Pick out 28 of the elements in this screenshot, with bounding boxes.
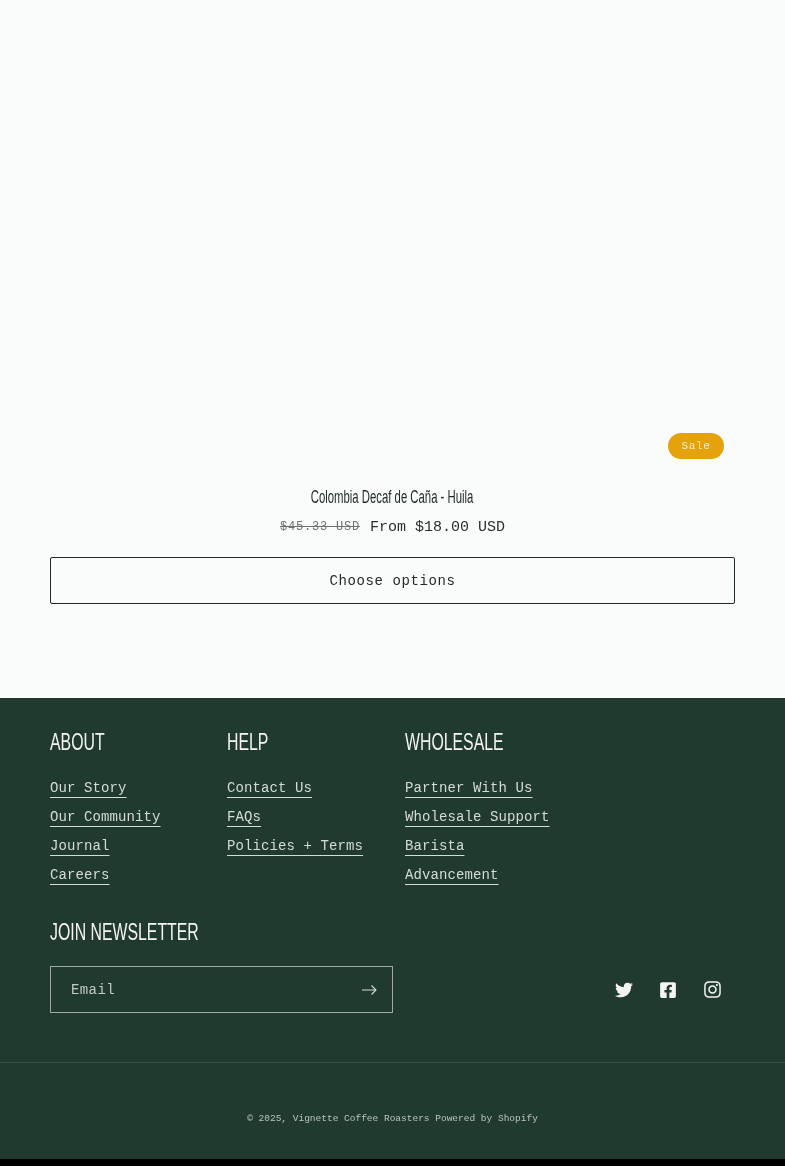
footer-link[interactable]: Our Community [50, 802, 161, 832]
regular-price: $45.33 USD [279, 520, 360, 534]
copyright-text: © 2025, [247, 1112, 288, 1126]
email-field[interactable]: Email [50, 966, 393, 1013]
footer-link[interactable]: Wholesale Support [405, 802, 550, 832]
newsletter-heading: JOIN NEWSLETTER [50, 919, 199, 945]
sale-price: From $18.00 USD [370, 518, 505, 536]
footer-link[interactable]: FAQs [227, 802, 261, 832]
footer-link[interactable]: Journal [50, 831, 110, 861]
footer-heading: WHOLESALE [405, 729, 504, 755]
instagram-icon[interactable] [703, 980, 722, 999]
choose-options-button[interactable]: Choose options [50, 557, 735, 604]
footer-heading: HELP [227, 729, 269, 755]
twitter-icon[interactable] [615, 980, 633, 999]
arrow-icon[interactable] [362, 984, 377, 995]
footer-link[interactable]: Advancement [405, 860, 499, 890]
powered-by-link[interactable]: Powered by Shopify [435, 1112, 538, 1126]
product-title: Colombia Decaf de Caña - Huila [311, 486, 474, 508]
facebook-icon[interactable] [659, 980, 677, 999]
footer-link[interactable]: Partner With Us [405, 773, 533, 803]
footer-link[interactable]: Careers [50, 860, 110, 890]
footer-link[interactable]: Our Story [50, 773, 127, 803]
store-link[interactable]: Vignette Coffee Roasters [292, 1112, 430, 1126]
footer-link[interactable]: Barista [405, 831, 465, 861]
footer-link[interactable]: Policies + Terms [227, 831, 364, 861]
footer-heading: ABOUT [50, 729, 105, 755]
sale-badge: Sale [668, 433, 724, 459]
footer-link[interactable]: Contact Us [227, 773, 312, 803]
